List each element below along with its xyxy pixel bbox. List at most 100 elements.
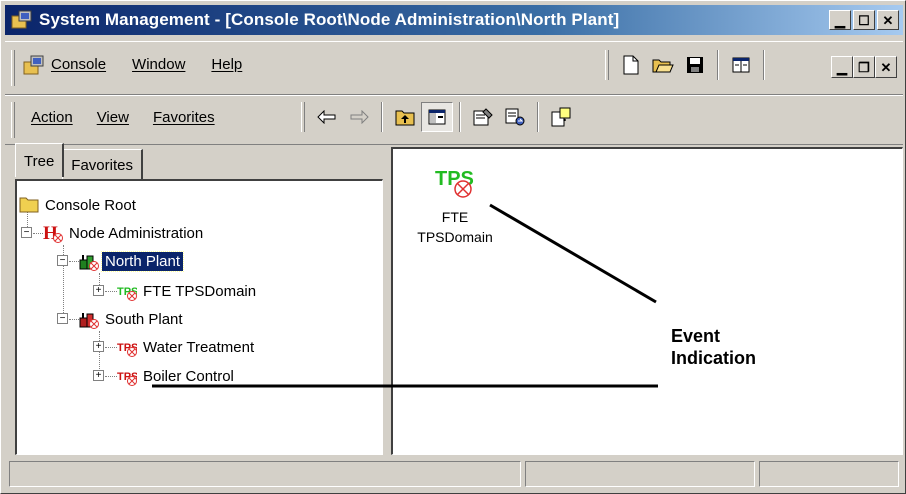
close-button[interactable]: ✕	[877, 10, 899, 30]
show-tree-icon	[428, 109, 446, 125]
tree-label: Console Root	[45, 196, 136, 214]
node-admin-icon: H	[43, 223, 63, 244]
tree-label: Node Administration	[69, 224, 204, 242]
menu-view[interactable]: View	[97, 109, 129, 126]
mdi-close-button[interactable]: ✕	[875, 56, 897, 78]
folder-icon	[19, 195, 39, 215]
help-button[interactable]: ?	[545, 102, 577, 132]
window-title: System Management - [Console Root\Node A…	[39, 10, 620, 29]
list-item-label-line2: TPSDomain	[417, 229, 493, 245]
collapse-toggle[interactable]: −	[57, 255, 68, 266]
collapse-toggle[interactable]: −	[57, 313, 68, 324]
open-button[interactable]	[647, 50, 679, 80]
annotation-line2: Indication	[671, 348, 756, 368]
close-icon: ✕	[880, 59, 892, 75]
tab-favorites-label: Favorites	[71, 157, 133, 174]
tree-label: FTE TPSDomain	[143, 282, 257, 300]
new-button[interactable]	[615, 50, 647, 80]
menu-action[interactable]: Action	[31, 109, 73, 126]
list-item-label-line1: FTE	[441, 209, 469, 225]
toolbar-separator	[537, 102, 539, 132]
close-icon: ✕	[882, 12, 894, 28]
tps-domain-icon: TPS	[117, 366, 138, 386]
show-hide-tree-button[interactable]	[421, 102, 453, 132]
menu-favorites[interactable]: Favorites	[153, 109, 215, 126]
tree-line	[105, 347, 117, 348]
export-list-button[interactable]	[499, 102, 531, 132]
tab-tree[interactable]: Tree	[15, 143, 65, 177]
tree-node-console-root[interactable]: Console Root	[19, 195, 139, 215]
toolbar-grip[interactable]	[605, 50, 609, 80]
maximize-icon: ☐	[858, 12, 870, 28]
tps-domain-icon: TPS	[117, 337, 138, 357]
main-window: System Management - [Console Root\Node A…	[0, 0, 906, 494]
menu-window[interactable]: Window	[132, 56, 185, 73]
maximize-button[interactable]: ☐	[853, 10, 875, 30]
properties-list-button[interactable]	[725, 50, 757, 80]
collapse-toggle[interactable]: −	[21, 227, 32, 238]
save-button[interactable]	[679, 50, 711, 80]
tps-domain-icon: TPS	[117, 281, 138, 301]
status-panel	[525, 461, 755, 487]
forward-arrow-icon	[350, 110, 369, 124]
menu-help[interactable]: Help	[211, 56, 242, 73]
export-list-icon	[505, 108, 525, 126]
toolbar-separator	[763, 50, 765, 80]
title-bar[interactable]: System Management - [Console Root\Node A…	[5, 5, 903, 35]
console-app-icon	[23, 54, 45, 80]
minimize-icon: ▁	[835, 12, 845, 28]
up-one-level-button[interactable]	[389, 102, 421, 132]
tree-line	[33, 233, 43, 234]
up-folder-icon	[395, 110, 415, 126]
tree-node-south-plant[interactable]: South Plant	[79, 309, 186, 329]
tab-favorites[interactable]: Favorites	[62, 149, 143, 181]
mdi-minimize-button[interactable]: ▁	[831, 56, 853, 78]
tree-line	[105, 376, 117, 377]
toolbar-grip[interactable]	[301, 102, 305, 132]
tree-node-node-administration[interactable]: H Node Administration	[43, 223, 206, 244]
tree-label: South Plant	[105, 310, 183, 328]
status-bar	[5, 459, 903, 491]
tps-domain-icon: TPS	[431, 161, 479, 201]
toolbar-separator	[717, 50, 719, 80]
expand-toggle[interactable]: +	[93, 285, 104, 296]
menu-bar: Console Window Help ▁ ❐ ✕	[5, 41, 903, 95]
properties-button[interactable]	[467, 102, 499, 132]
actionbar-grip[interactable]	[11, 102, 15, 138]
minimize-icon: ▁	[837, 59, 847, 75]
annotation-line1: Event	[671, 326, 721, 346]
action-bar: Action View Favorites	[5, 95, 903, 145]
properties-list-icon	[732, 57, 750, 73]
tree-node-water-treatment[interactable]: TPS Water Treatment	[117, 337, 257, 357]
tree-node-fte-tpsdomain[interactable]: TPS FTE TPSDomain	[117, 281, 259, 301]
mdi-restore-button[interactable]: ❐	[853, 56, 875, 78]
plant-icon	[79, 251, 99, 271]
forward-button[interactable]	[343, 102, 375, 132]
menu-console[interactable]: Console	[51, 56, 106, 73]
minimize-button[interactable]: ▁	[829, 10, 851, 30]
back-button[interactable]	[311, 102, 343, 132]
details-pane[interactable]: TPS FTE TPSDomain Event Indication	[391, 147, 903, 455]
tab-tree-label: Tree	[24, 153, 55, 170]
tree-node-boiler-control[interactable]: TPS Boiler Control	[117, 366, 237, 386]
tree-pane[interactable]: Console Root − H Node Administration − N…	[15, 179, 383, 455]
toolbar-separator	[381, 102, 383, 132]
annotation-text: Event Indication	[671, 325, 756, 369]
tab-strip: Tree Favorites	[15, 143, 143, 181]
tree-node-north-plant[interactable]: North Plant	[79, 250, 185, 272]
save-icon	[687, 57, 703, 73]
open-folder-icon	[652, 59, 674, 73]
expand-toggle[interactable]: +	[93, 370, 104, 381]
toolbar-separator	[459, 102, 461, 132]
tree-line	[69, 319, 79, 320]
app-icon	[11, 10, 33, 30]
properties-icon	[473, 108, 493, 126]
list-item-fte-tpsdomain[interactable]: TPS FTE TPSDomain	[407, 161, 503, 247]
tree-line	[69, 261, 79, 262]
expand-toggle[interactable]: +	[93, 341, 104, 352]
list-item-label: FTE TPSDomain	[407, 207, 503, 247]
back-arrow-icon	[317, 110, 336, 124]
status-panel	[9, 461, 521, 487]
tree-label: Boiler Control	[143, 367, 234, 385]
menubar-grip[interactable]	[11, 50, 15, 86]
